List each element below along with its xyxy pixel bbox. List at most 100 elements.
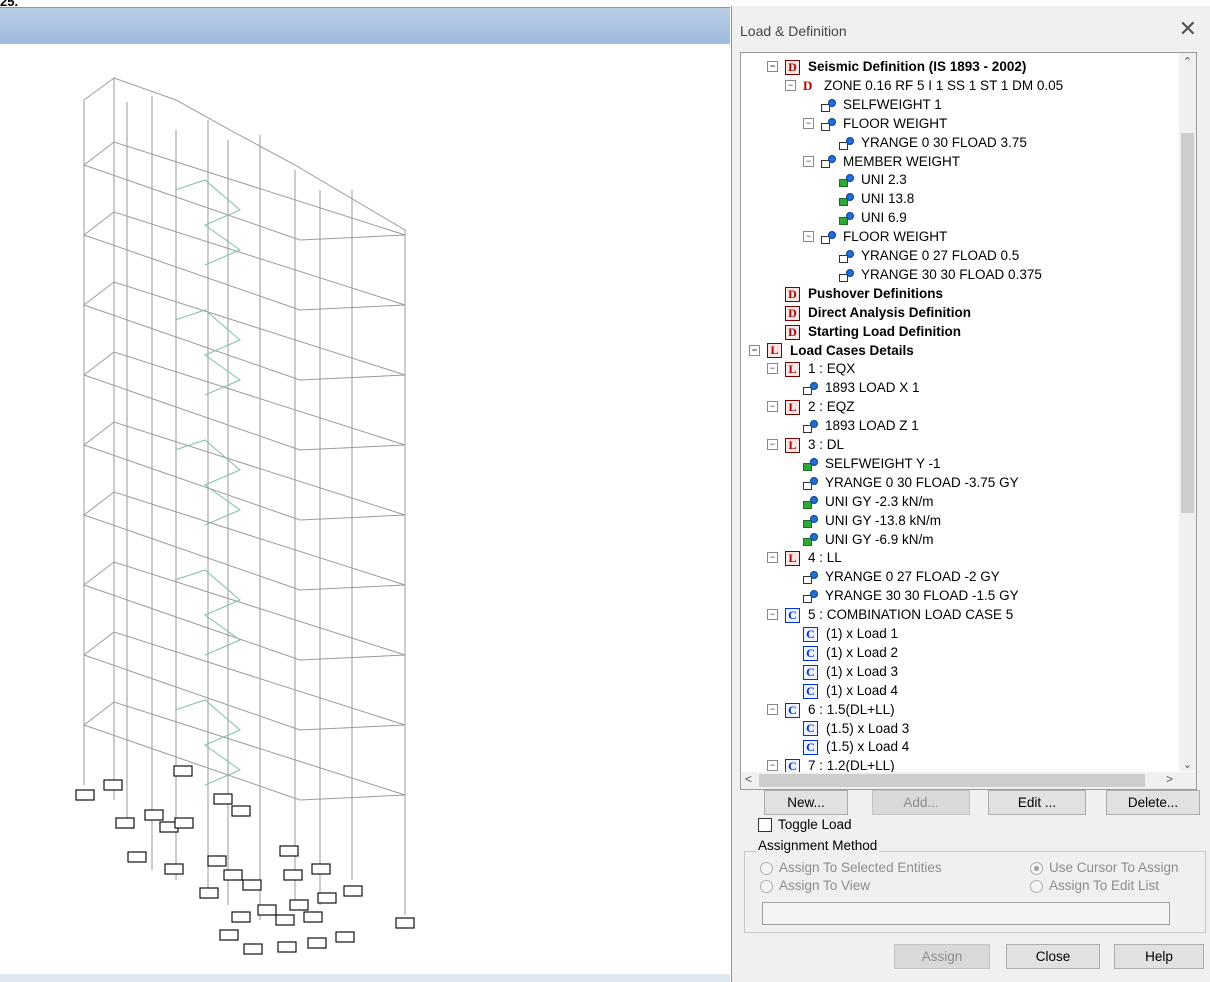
combination-icon: C [803, 721, 818, 737]
tree-item[interactable]: UNI GY -2.3 kN/m [803, 492, 934, 511]
tree-item-label: 1 : EQX [808, 361, 856, 377]
tree-item[interactable]: − FLOOR WEIGHT [803, 227, 948, 246]
viewport-title-bar [0, 7, 730, 44]
member-load-icon [803, 533, 818, 547]
tree-item[interactable]: YRANGE 30 30 FLOAD 0.375 [839, 265, 1042, 284]
tree-item[interactable]: YRANGE 0 30 FLOAD -3.75 GY [803, 473, 1019, 492]
load-item-icon [803, 590, 818, 604]
tree-item-label: Seismic Definition (IS 1893 - 2002) [808, 59, 1027, 74]
toggle-load-checkbox[interactable]: Toggle Load [758, 817, 852, 833]
tree-item[interactable]: − L Load Cases Details [749, 341, 914, 360]
tree-item[interactable]: UNI 2.3 [839, 170, 907, 189]
scroll-right-icon[interactable]: > [1166, 772, 1173, 786]
structure-viewport[interactable] [0, 44, 730, 974]
help-button[interactable]: Help [1114, 944, 1204, 969]
scroll-down-icon[interactable]: ⌄ [1179, 758, 1196, 771]
close-icon[interactable]: ✕ [1179, 16, 1197, 42]
scroll-up-icon[interactable]: ⌃ [1179, 55, 1196, 68]
tree-horizontal-scrollbar[interactable]: < > [741, 772, 1179, 789]
tree-expander-icon[interactable]: − [767, 760, 778, 772]
tree-item[interactable]: YRANGE 30 30 FLOAD -1.5 GY [803, 586, 1019, 605]
tree-item[interactable]: YRANGE 0 30 FLOAD 3.75 [839, 133, 1027, 152]
load-item-icon [821, 98, 836, 112]
tree-item[interactable]: 1893 LOAD Z 1 [803, 416, 919, 435]
edit-list-field[interactable] [762, 902, 1170, 925]
tree-item[interactable]: − C 5 : COMBINATION LOAD CASE 5 [767, 605, 1013, 624]
scroll-left-icon[interactable]: < [745, 772, 752, 786]
radio-icon[interactable] [1030, 879, 1043, 893]
load-item-icon [803, 571, 818, 585]
tree-expander-icon[interactable]: − [767, 61, 778, 72]
tree-item[interactable]: − D ZONE 0.16 RF 5 I 1 SS 1 ST 1 DM 0.05 [785, 76, 1063, 95]
tree-expander-icon[interactable]: − [749, 344, 760, 356]
radio-label: Use Cursor To Assign [1049, 860, 1179, 875]
tree-expander-icon[interactable]: − [803, 231, 814, 243]
tree-expander-icon[interactable]: − [803, 117, 814, 129]
member-load-icon [803, 457, 818, 471]
tree-item[interactable]: UNI GY -13.8 kN/m [803, 511, 941, 530]
tree-item-label: UNI 2.3 [861, 172, 907, 188]
tree-item[interactable]: − L 2 : EQZ [767, 397, 855, 416]
tree-expander-icon[interactable]: − [767, 552, 778, 564]
tree-item[interactable]: − D Seismic Definition (IS 1893 - 2002) [767, 57, 1027, 76]
tree-item[interactable]: 1893 LOAD X 1 [803, 378, 920, 397]
assign-button[interactable]: Assign [894, 944, 990, 969]
tree-item[interactable]: C (1) x Load 3 [803, 662, 898, 681]
radio-assign-view[interactable]: Assign To View [760, 878, 870, 893]
tree-item[interactable]: D Pushover Definitions [785, 284, 943, 303]
tree-item[interactable]: D Starting Load Definition [785, 322, 961, 341]
tree-item-label: FLOOR WEIGHT [843, 229, 948, 245]
tree-item-label: UNI 6.9 [861, 210, 907, 226]
tree-item[interactable]: D Direct Analysis Definition [785, 303, 971, 322]
load-tree-view[interactable]: − D Seismic Definition (IS 1893 - 2002) − D Z… [740, 52, 1197, 790]
tree-expander-icon[interactable]: − [767, 439, 778, 450]
tree-item[interactable]: UNI 13.8 [839, 189, 914, 208]
tree-item[interactable]: C (1) x Load 4 [803, 681, 898, 700]
radio-icon[interactable] [760, 879, 773, 893]
new-button[interactable]: New... [764, 790, 848, 815]
tree-item[interactable]: − L 3 : DL [767, 435, 844, 454]
radio-label: Assign To Selected Entities [779, 860, 942, 875]
tree-item[interactable]: − MEMBER WEIGHT [803, 152, 960, 171]
tree-expander-icon[interactable]: − [767, 401, 778, 413]
tree-expander-icon[interactable]: − [767, 609, 778, 621]
checkbox-box[interactable] [758, 818, 772, 833]
tree-vertical-scrollbar[interactable]: ⌃ ⌄ [1179, 53, 1196, 771]
combination-icon: C [803, 683, 818, 699]
tree-item[interactable]: − L 4 : LL [767, 548, 842, 567]
tree-expander-icon[interactable]: − [767, 363, 778, 375]
tree-item[interactable]: C (1.5) x Load 4 [803, 737, 909, 756]
tree-expander-icon[interactable]: − [803, 155, 814, 167]
radio-edit-list[interactable]: Assign To Edit List [1030, 878, 1159, 893]
tree-item[interactable]: C (1) x Load 2 [803, 643, 898, 662]
scroll-thumb[interactable] [1181, 133, 1194, 513]
radio-icon[interactable] [760, 861, 773, 875]
radio-use-cursor[interactable]: Use Cursor To Assign [1030, 860, 1179, 875]
tree-item[interactable]: YRANGE 0 27 FLOAD -2 GY [803, 567, 1000, 586]
combination-icon: C [785, 702, 800, 718]
tree-item[interactable]: UNI 6.9 [839, 208, 907, 227]
tree-item[interactable]: YRANGE 0 27 FLOAD 0.5 [839, 246, 1019, 265]
tree-item[interactable]: UNI GY -6.9 kN/m [803, 530, 934, 549]
tree-item[interactable]: SELFWEIGHT 1 [821, 95, 942, 114]
assignment-method-title: Assignment Method [756, 838, 880, 853]
tree-item[interactable]: C (1.5) x Load 3 [803, 719, 909, 738]
tree-item[interactable]: C (1) x Load 1 [803, 624, 898, 643]
radio-selected-icon[interactable] [1030, 861, 1043, 875]
edit-button[interactable]: Edit ... [988, 790, 1086, 815]
radio-label: Assign To Edit List [1049, 878, 1160, 893]
radio-assign-selected[interactable]: Assign To Selected Entities [760, 860, 942, 875]
tree-item[interactable]: − L 1 : EQX [767, 359, 856, 378]
load-case-icon: L [785, 400, 800, 416]
tree-expander-icon[interactable]: − [767, 703, 778, 715]
tree-item[interactable]: − C 6 : 1.5(DL+LL) [767, 700, 895, 719]
delete-button[interactable]: Delete... [1106, 790, 1200, 815]
member-load-icon [803, 514, 818, 528]
tree-expander-icon[interactable]: − [785, 79, 796, 91]
hscroll-thumb[interactable] [759, 774, 1145, 787]
tree-item[interactable]: − FLOOR WEIGHT [803, 114, 947, 133]
close-button[interactable]: Close [1006, 944, 1100, 969]
tree-item-label: Starting Load Definition [808, 323, 961, 339]
tree-item[interactable]: SELFWEIGHT Y -1 [803, 454, 941, 473]
add-button[interactable]: Add... [872, 790, 970, 815]
